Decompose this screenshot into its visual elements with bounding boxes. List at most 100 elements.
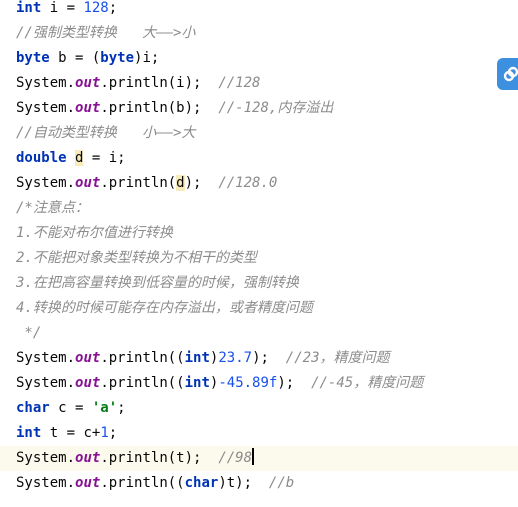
code-line[interactable]: byte b = (byte)i; — [0, 46, 518, 71]
code-text: */ — [16, 321, 41, 346]
code-line[interactable]: */ — [0, 321, 518, 346]
code-token: //128 — [218, 75, 261, 91]
code-token: 128 — [83, 0, 109, 16]
code-token: .println(( — [100, 375, 185, 391]
code-token: System. — [16, 350, 76, 366]
code-line[interactable]: System.out.println(b); //-128,内存溢出 — [0, 96, 518, 121]
code-token: out — [75, 350, 101, 366]
code-text: System.out.println(i); //128 — [16, 71, 260, 96]
code-token: i = — [41, 0, 84, 16]
code-token: int — [184, 375, 210, 391]
code-token: out — [75, 75, 101, 91]
code-token: c = — [49, 400, 92, 416]
code-text: double d = i; — [16, 146, 126, 171]
code-token: out — [75, 450, 101, 466]
code-token: ); — [184, 175, 219, 191]
code-line[interactable]: System.out.println(t); //98 — [0, 446, 518, 471]
code-line[interactable]: 3.在把高容量转换到低容量的时候，强制转换 — [0, 271, 518, 296]
code-token: int — [16, 425, 42, 441]
link-icon[interactable] — [497, 58, 518, 90]
code-token: )i; — [134, 50, 160, 66]
code-text: System.out.println((char)t); //b — [16, 471, 294, 496]
code-editor[interactable]: int i = 128; //强制类型转换 大——>小 byte b = (byte… — [0, 0, 518, 507]
code-line[interactable]: //强制类型转换 大——>小 — [0, 21, 518, 46]
code-token: System. — [16, 175, 76, 191]
code-line[interactable]: char c = 'a'; — [0, 396, 518, 421]
code-text: char c = 'a'; — [16, 396, 126, 421]
code-text: //自动类型转换 小——>大 — [16, 121, 195, 146]
code-token: 23.7 — [218, 350, 253, 366]
code-token: ); — [277, 375, 312, 391]
code-token: b = ( — [49, 50, 101, 66]
code-token: 4.转换的时候可能存在内存溢出，或者精度问题 — [16, 300, 313, 316]
code-line[interactable]: System.out.println((int)23.7); //23，精度问题 — [0, 346, 518, 371]
code-token: = i; — [83, 150, 126, 166]
link-icon-glyph — [503, 66, 518, 82]
code-token: System. — [16, 75, 76, 91]
code-text: int i = 128; — [16, 0, 117, 21]
code-token: .println(t); — [100, 450, 219, 466]
code-text: System.out.println(b); //-128,内存溢出 — [16, 96, 333, 121]
code-line[interactable]: System.out.println((char)t); //b — [0, 471, 518, 496]
code-token: /*注意点： — [16, 200, 89, 216]
code-token: ; — [108, 0, 118, 16]
code-line[interactable]: 4.转换的时候可能存在内存溢出，或者精度问题 — [0, 296, 518, 321]
code-token: //b — [268, 475, 295, 491]
code-line[interactable]: System.out.println((int)-45.89f); //-45，… — [0, 371, 518, 396]
code-token: //98 — [218, 450, 253, 466]
code-token: int — [16, 0, 42, 16]
code-text: /*注意点： — [16, 196, 89, 221]
code-text: System.out.println(d); //128.0 — [16, 171, 277, 196]
code-line[interactable]: int i = 128; — [0, 0, 518, 21]
code-token: t = c+ — [41, 425, 101, 441]
code-token: .println( — [100, 175, 177, 191]
code-token: //-45，精度问题 — [311, 375, 424, 391]
code-token: char — [16, 400, 50, 416]
code-text: 4.转换的时候可能存在内存溢出，或者精度问题 — [16, 296, 313, 321]
text-caret — [252, 448, 255, 465]
code-token: 2.不能把对象类型转换为不相干的类型 — [16, 250, 257, 266]
code-token: out — [75, 175, 101, 191]
code-token: System. — [16, 100, 76, 116]
code-text: 1.不能对布尔值进行转换 — [16, 221, 173, 246]
code-line[interactable]: /*注意点： — [0, 196, 518, 221]
code-token: .println(( — [100, 350, 185, 366]
code-token: 1.不能对布尔值进行转换 — [16, 225, 173, 241]
code-token: ; — [108, 425, 118, 441]
code-token: //128.0 — [218, 175, 278, 191]
code-line[interactable]: System.out.println(d); //128.0 — [0, 171, 518, 196]
code-token: */ — [16, 325, 42, 341]
code-token: d — [176, 175, 185, 191]
code-token: 'a' — [91, 400, 118, 416]
code-token: //23，精度问题 — [285, 350, 390, 366]
code-token: 1 — [100, 425, 109, 441]
code-token: byte — [16, 50, 50, 66]
code-token: //自动类型转换 小——>大 — [16, 125, 196, 141]
code-token: ); — [252, 350, 286, 366]
code-token: double — [16, 150, 67, 166]
code-token: byte — [100, 50, 135, 66]
code-token: //-128,内存溢出 — [218, 100, 334, 116]
code-line[interactable]: //自动类型转换 小——>大 — [0, 121, 518, 146]
code-text: byte b = (byte)i; — [16, 46, 159, 71]
code-line[interactable]: double d = i; — [0, 146, 518, 171]
code-line[interactable]: 1.不能对布尔值进行转换 — [0, 221, 518, 246]
code-text: 2.不能把对象类型转换为不相干的类型 — [16, 246, 257, 271]
code-token: System. — [16, 475, 76, 491]
code-token: out — [75, 375, 101, 391]
code-token: out — [75, 475, 101, 491]
code-token: -45.89f — [218, 375, 278, 391]
code-token: 3.在把高容量转换到低容量的时候，强制转换 — [16, 275, 299, 291]
code-line[interactable]: 2.不能把对象类型转换为不相干的类型 — [0, 246, 518, 271]
code-token: System. — [16, 375, 76, 391]
code-line[interactable]: System.out.println(i); //128 — [0, 71, 518, 96]
code-token: .println(i); — [100, 75, 219, 91]
code-line[interactable]: int t = c+1; — [0, 421, 518, 446]
code-token: int — [184, 350, 210, 366]
code-token: out — [75, 100, 101, 116]
code-token: char — [184, 475, 219, 491]
code-token: )t); — [218, 475, 269, 491]
code-token: .println(b); — [100, 100, 219, 116]
code-text: System.out.println(t); //98 — [16, 446, 255, 471]
